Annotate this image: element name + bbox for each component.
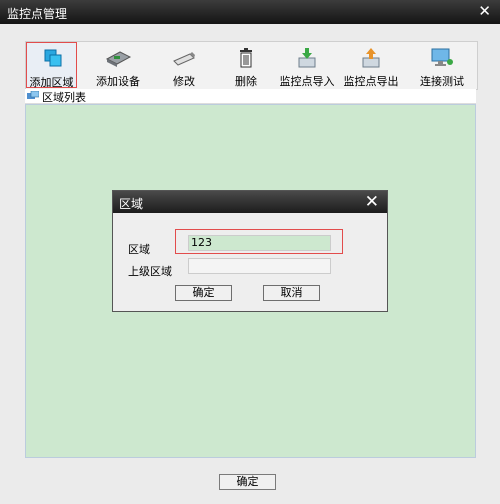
close-icon[interactable]: ✕: [365, 192, 379, 212]
parent-area-input[interactable]: [188, 258, 331, 274]
add-device-button[interactable]: 添加设备: [87, 42, 149, 88]
toolbar: 添加区域 添加设备 修改 删除 监控点导入 监控点导出 连接测试: [25, 41, 478, 90]
parent-area-label: 上级区域: [128, 265, 172, 278]
delete-label: 删除: [235, 75, 257, 88]
area-list-header[interactable]: 区域列表: [25, 89, 476, 104]
connection-test-icon: [431, 48, 453, 66]
dialog-title: 区域: [119, 197, 144, 211]
add-device-icon: [105, 51, 132, 67]
area-name-input[interactable]: 123: [188, 235, 331, 251]
dialog-cancel-button[interactable]: 取消: [263, 285, 320, 301]
edit-label: 修改: [173, 75, 195, 88]
area-list-label: 区域列表: [42, 91, 86, 104]
area-tree-icon: [27, 91, 39, 99]
area-label: 区域: [128, 243, 150, 256]
close-icon[interactable]: ✕: [478, 2, 491, 20]
export-label: 监控点导出: [343, 75, 399, 88]
connection-test-button[interactable]: 连接测试: [411, 42, 473, 88]
title-bar[interactable]: 监控点管理 ✕: [0, 0, 500, 24]
edit-icon: [173, 52, 195, 66]
connection-test-label: 连接测试: [420, 75, 464, 88]
add-area-button[interactable]: 添加区域: [26, 42, 77, 89]
edit-button[interactable]: 修改: [159, 42, 209, 88]
delete-button[interactable]: 删除: [221, 42, 271, 88]
dialog-title-bar[interactable]: 区域 ✕: [113, 191, 387, 213]
export-button[interactable]: 监控点导出: [340, 42, 402, 88]
window-title: 监控点管理: [7, 7, 68, 21]
area-dialog: 区域 ✕ 区域 123 上级区域 确定 取消: [112, 190, 388, 312]
import-button[interactable]: 监控点导入: [276, 42, 338, 88]
add-area-label: 添加区域: [29, 76, 74, 89]
delete-icon: [240, 48, 252, 68]
add-device-label: 添加设备: [96, 75, 140, 88]
add-area-icon: [44, 49, 61, 67]
import-icon: [298, 48, 316, 68]
monitor-point-manager-window: 监控点管理 ✕ 添加区域 添加设备 修改 删除 监控点导入 监控点导出 连接测试…: [0, 0, 500, 504]
export-icon: [362, 48, 380, 68]
import-label: 监控点导入: [279, 75, 335, 88]
dialog-ok-button[interactable]: 确定: [175, 285, 232, 301]
main-ok-button[interactable]: 确定: [219, 474, 276, 490]
